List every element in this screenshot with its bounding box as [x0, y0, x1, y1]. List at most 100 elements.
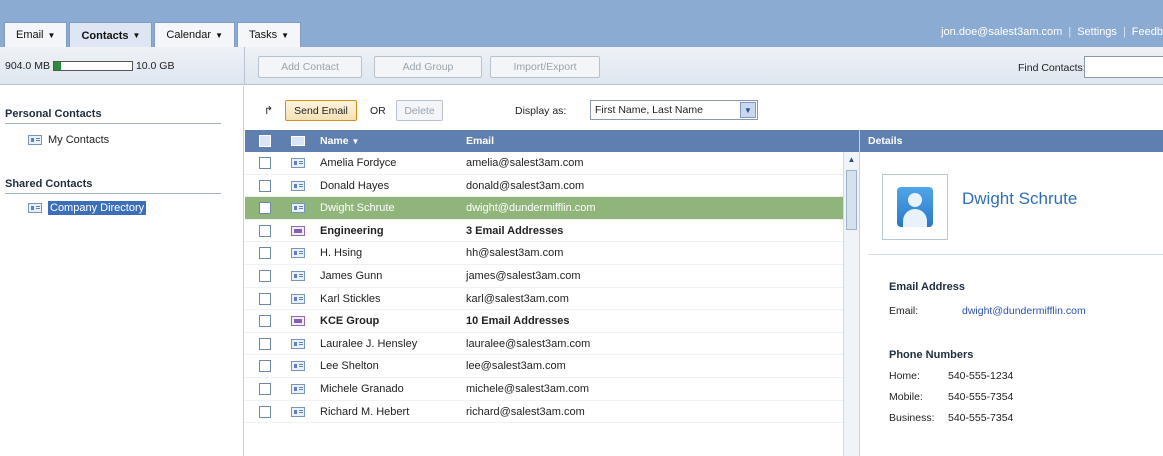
sidebar-item-label: My Contacts [48, 134, 110, 146]
row-email: donald@salest3am.com [466, 179, 585, 192]
row-checkbox[interactable] [259, 179, 271, 192]
contact-card-icon [291, 136, 305, 146]
row-name: Richard M. Hebert [320, 405, 410, 418]
row-name: Lee Shelton [320, 360, 379, 373]
row-name: James Gunn [320, 269, 383, 282]
settings-link[interactable]: Settings [1077, 26, 1117, 38]
chevron-down-icon: ▼ [215, 30, 223, 40]
row-checkbox[interactable] [259, 269, 271, 282]
details-pane: Details Dwight Schrute Email Address Ema… [859, 130, 1163, 456]
toolbar: 904.0 MB 10.0 GB Add Contact Add Group I… [0, 47, 1163, 85]
chevron-down-icon: ▼ [132, 31, 141, 40]
action-bar: ↱ Send Email OR Delete Display as: First… [245, 86, 1163, 130]
contact-card-icon [291, 180, 305, 191]
contact-list: Name ▼ Email Amelia Fordyce amelia@salest… [245, 130, 859, 456]
row-name: Karl Stickles [320, 292, 381, 305]
table-row[interactable]: Dwight Schrute dwight@dundermifflin.com [245, 197, 843, 220]
contact-card-icon [291, 248, 305, 259]
table-row[interactable]: Amelia Fordyce amelia@salest3am.com [245, 152, 843, 175]
row-checkbox[interactable] [259, 224, 271, 237]
tab-tasks-label: Tasks [248, 29, 278, 41]
avatar [882, 174, 948, 240]
table-row[interactable]: KCE Group 10 Email Addresses [245, 310, 843, 333]
tab-email-label: Email [16, 29, 44, 41]
tab-calendar[interactable]: Calendar ▼ [154, 22, 235, 47]
contact-card-icon [291, 293, 305, 304]
row-name: Michele Granado [320, 382, 404, 395]
table-row[interactable]: Lee Shelton lee@salest3am.com [245, 355, 843, 378]
contact-card-icon [291, 158, 305, 168]
contact-card-icon [291, 361, 305, 372]
sort-down-icon: ▼ [351, 137, 360, 146]
row-checkbox[interactable] [259, 292, 271, 305]
separator: | [1068, 26, 1072, 38]
group-card-icon [291, 225, 305, 236]
separator: | [1122, 26, 1126, 38]
table-row[interactable]: Engineering 3 Email Addresses [245, 220, 843, 243]
phone-mobile-value: 540-555-7354 [948, 391, 1014, 403]
table-row[interactable]: Lauralee J. Hensley lauralee@salest3am.co… [245, 333, 843, 356]
row-checkbox[interactable] [259, 247, 271, 260]
row-email: lauralee@salest3am.com [466, 337, 591, 350]
row-email: richard@salest3am.com [466, 405, 585, 418]
row-email: lee@salest3am.com [466, 360, 566, 373]
row-checkbox[interactable] [259, 360, 271, 373]
row-checkbox[interactable] [259, 382, 271, 395]
feedback-link[interactable]: Feedb [1132, 26, 1163, 38]
row-email: hh@salest3am.com [466, 247, 564, 260]
email-address-heading: Email Address [889, 281, 966, 293]
chevron-down-icon[interactable]: ▼ [740, 102, 756, 118]
scrollbar[interactable]: ▲ [843, 152, 859, 456]
email-link[interactable]: dwight@dundermifflin.com [962, 305, 1086, 317]
display-as-select[interactable]: First Name, Last Name ▼ [590, 100, 758, 120]
tab-calendar-label: Calendar [166, 29, 212, 41]
column-header-email[interactable]: Email [466, 135, 494, 147]
sidebar-item-my-contacts[interactable]: My Contacts [28, 132, 112, 148]
tab-email[interactable]: Email ▼ [4, 22, 68, 47]
or-label: OR [370, 105, 386, 117]
send-email-button[interactable]: Send Email [285, 100, 357, 121]
tab-tasks[interactable]: Tasks ▼ [236, 22, 302, 47]
delete-button[interactable]: Delete [396, 100, 443, 121]
add-group-button[interactable]: Add Group [374, 56, 482, 78]
row-email: dwight@dundermifflin.com [466, 202, 596, 215]
import-export-button[interactable]: Import/Export [490, 56, 600, 78]
phone-mobile-label: Mobile: [889, 391, 923, 403]
phone-business-label: Business: [889, 412, 935, 424]
column-header-name[interactable]: Name ▼ [320, 135, 359, 147]
row-checkbox[interactable] [259, 157, 271, 169]
row-checkbox[interactable] [259, 315, 271, 328]
table-row[interactable]: Karl Stickles karl@salest3am.com [245, 288, 843, 311]
row-name: Lauralee J. Hensley [320, 337, 418, 350]
row-email: amelia@salest3am.com [466, 157, 584, 169]
app-tabs: Email ▼ Contacts ▼ Calendar ▼ Tasks ▼ [4, 22, 302, 48]
contact-card-icon [28, 203, 42, 213]
tab-contacts[interactable]: Contacts ▼ [69, 22, 153, 48]
list-header: Name ▼ Email [245, 130, 859, 152]
contact-card-icon [291, 338, 305, 349]
table-row[interactable]: Michele Granado michele@salest3am.com [245, 378, 843, 401]
table-row[interactable]: Donald Hayes donald@salest3am.com [245, 175, 843, 198]
sidebar-item-company-directory[interactable]: Company Directory [28, 200, 149, 216]
chevron-down-icon: ▼ [47, 30, 56, 40]
scrollbar-thumb[interactable] [846, 170, 857, 230]
row-email: 3 Email Addresses [466, 224, 564, 237]
account-links: jon.doe@salest3am.com | Settings | Feedb [941, 26, 1163, 38]
row-checkbox[interactable] [259, 405, 271, 418]
display-as-value: First Name, Last Name [595, 104, 703, 116]
divider [5, 123, 221, 124]
contact-name: Dwight Schrute [962, 189, 1078, 208]
add-contact-button[interactable]: Add Contact [258, 56, 362, 78]
row-checkbox[interactable] [259, 202, 271, 215]
table-row[interactable]: Richard M. Hebert richard@salest3am.com [245, 401, 843, 424]
table-row[interactable]: James Gunn james@salest3am.com [245, 265, 843, 288]
row-email: 10 Email Addresses [466, 315, 570, 328]
row-checkbox[interactable] [259, 337, 271, 350]
forward-arrow-icon[interactable]: ↱ [264, 104, 273, 117]
table-row[interactable]: H. Hsing hh@salest3am.com [245, 242, 843, 265]
person-icon-body [903, 209, 927, 227]
scroll-up-icon[interactable]: ▲ [846, 155, 857, 166]
find-contacts-label: Find Contacts: [1018, 62, 1086, 74]
select-all-checkbox[interactable] [259, 135, 271, 147]
find-contacts-input[interactable] [1084, 56, 1163, 78]
